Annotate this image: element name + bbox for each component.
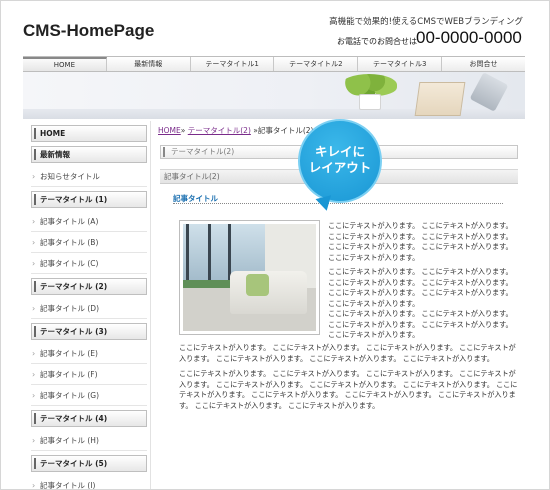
box-item-illustration (469, 72, 509, 112)
sidebar-link-h[interactable]: 記事タイトル (H) (31, 430, 147, 451)
cushion-illustration (245, 274, 270, 296)
plant-illustration (341, 74, 397, 96)
nav-home[interactable]: HOME (23, 57, 107, 71)
breadcrumb-theme[interactable]: テーマタイトル(2) (188, 126, 251, 135)
article-paragraph-3: ここにテキストが入ります。 ここにテキストが入ります。 ここにテキストが入ります… (328, 309, 513, 339)
sidebar-link-g[interactable]: 記事タイトル (G) (31, 385, 147, 406)
breadcrumb: HOME» テーマタイトル(2) »記事タイトル(2) (158, 125, 313, 136)
sidebar: HOME 最新情報 お知らせタイトル テーマタイトル (1) 記事タイトル (A… (23, 121, 151, 489)
sidebar-link-b[interactable]: 記事タイトル (B) (31, 232, 147, 253)
header: CMS-HomePage 高機能で効果的!使えるCMSでWEBブランディング お… (1, 1, 549, 56)
hero-banner (23, 72, 525, 119)
bubble-line-2: レイアウト (308, 160, 372, 175)
sidebar-link-c[interactable]: 記事タイトル (C) (31, 253, 147, 274)
site-logo[interactable]: CMS-HomePage (23, 21, 154, 41)
nav-contact[interactable]: お問合せ (442, 57, 525, 71)
sidebar-link-e[interactable]: 記事タイトル (E) (31, 343, 147, 364)
breadcrumb-current: 記事タイトル(2) (257, 126, 314, 135)
breadcrumb-home[interactable]: HOME (158, 126, 181, 135)
phone-number: 00-0000-0000 (416, 28, 522, 47)
living-room-image (183, 224, 316, 331)
sidebar-home[interactable]: HOME (31, 125, 147, 142)
sidebar-link-notice[interactable]: お知らせタイトル (31, 166, 147, 187)
article-paragraph-1: ここにテキストが入ります。 ここにテキストが入ります。 ここにテキストが入ります… (328, 221, 513, 262)
sidebar-theme-5[interactable]: テーマタイトル (5) (31, 455, 147, 472)
nav-theme-2[interactable]: テーマタイトル2 (274, 57, 359, 71)
cardboard-box-illustration (414, 82, 466, 116)
bubble-line-1: キレイに (314, 144, 365, 159)
sidebar-theme-4[interactable]: テーマタイトル (4) (31, 410, 147, 427)
phone-label: お電話でのお問合せは (337, 37, 417, 46)
sidebar-theme-3[interactable]: テーマタイトル (3) (31, 323, 147, 340)
article-paragraph-4: ここにテキストが入ります。 ここにテキストが入ります。 ここにテキストが入ります… (179, 343, 516, 363)
sidebar-theme-2[interactable]: テーマタイトル (2) (31, 278, 147, 295)
page-frame: CMS-HomePage 高機能で効果的!使えるCMSでWEBブランディング お… (0, 0, 550, 490)
plant-pot (359, 94, 381, 110)
sidebar-theme-1[interactable]: テーマタイトル (1) (31, 191, 147, 208)
nav-theme-3[interactable]: テーマタイトル3 (358, 57, 443, 71)
breadcrumb-separator: » (180, 126, 186, 135)
article-paragraph-2: ここにテキストが入ります。 ここにテキストが入ります。 ここにテキストが入ります… (328, 267, 513, 308)
global-nav: HOME 最新情報 テーマタイトル1 テーマタイトル2 テーマタイトル3 お問合… (23, 56, 525, 72)
nav-theme-1[interactable]: テーマタイトル1 (191, 57, 275, 71)
sidebar-link-a[interactable]: 記事タイトル (A) (31, 211, 147, 232)
nav-news[interactable]: 最新情報 (107, 57, 191, 71)
article-photo (179, 220, 320, 335)
sidebar-news[interactable]: 最新情報 (31, 146, 147, 163)
speech-bubble: キレイに レイアウト (298, 119, 382, 203)
sidebar-link-f[interactable]: 記事タイトル (F) (31, 364, 147, 385)
sidebar-link-d[interactable]: 記事タイトル (D) (31, 298, 147, 319)
article-paragraph-5: ここにテキストが入ります。 ここにテキストが入ります。 ここにテキストが入ります… (179, 369, 518, 410)
tagline: 高機能で効果的!使えるCMSでWEBブランディング (329, 17, 523, 27)
sidebar-link-i[interactable]: 記事タイトル (I) (31, 475, 147, 489)
